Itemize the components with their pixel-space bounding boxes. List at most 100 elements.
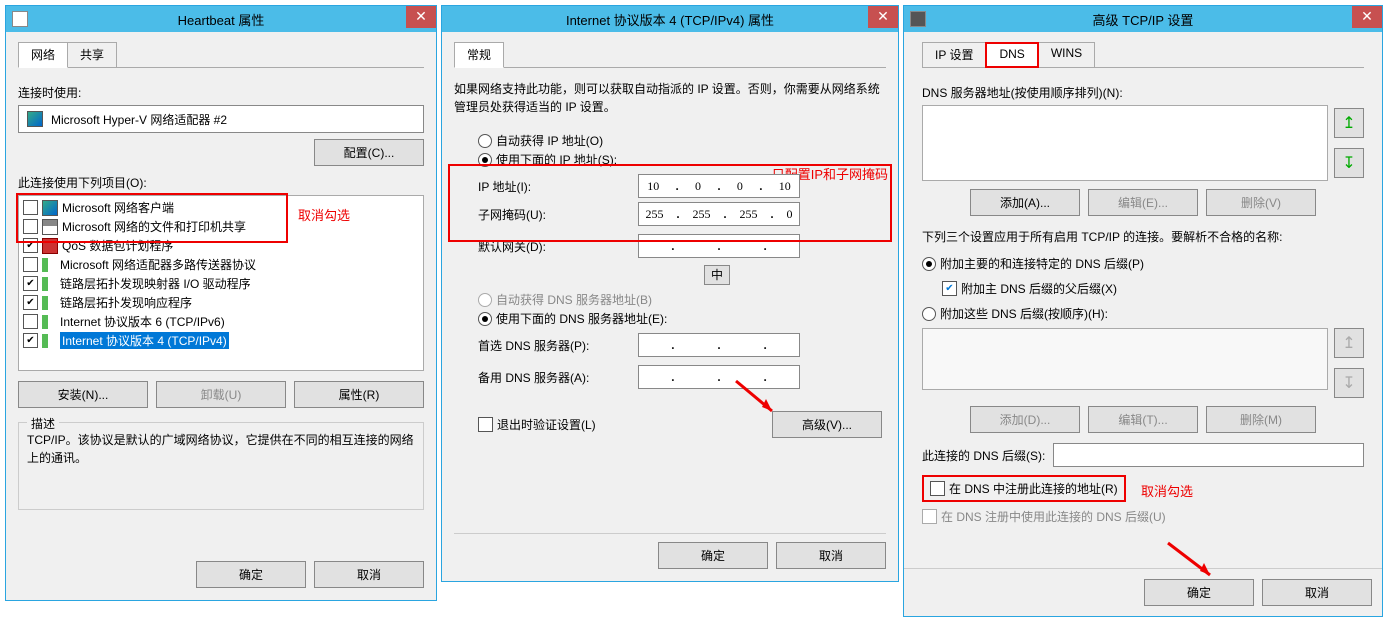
prn-icon	[42, 219, 58, 235]
net-icon	[42, 200, 58, 216]
connection-suffix-input[interactable]	[1053, 443, 1364, 467]
checkbox[interactable]	[23, 295, 38, 310]
description-label: 描述	[27, 415, 59, 432]
radio-auto-dns: 自动获得 DNS 服务器地址(B)	[478, 291, 886, 308]
ip-input[interactable]: 10.0.0.10	[638, 174, 800, 198]
list-item[interactable]: 链路层拓扑发现映射器 I/O 驱动程序	[19, 274, 423, 293]
adapter-field: Microsoft Hyper-V 网络适配器 #2	[18, 105, 424, 133]
configure-button[interactable]: 配置(C)...	[314, 139, 424, 166]
checkbox-register-dns[interactable]: 在 DNS 中注册此连接的地址(R)	[922, 475, 1126, 502]
grn-icon	[42, 296, 48, 310]
suffix-move-up-button: ↥	[1334, 328, 1364, 358]
tab-wins[interactable]: WINS	[1038, 42, 1095, 68]
checkbox[interactable]	[23, 238, 38, 253]
titlebar[interactable]: Internet 协议版本 4 (TCP/IPv4) 属性 ✕	[442, 6, 898, 32]
window-icon	[12, 11, 28, 27]
advanced-button[interactable]: 高级(V)...	[772, 411, 882, 438]
add-server-button[interactable]: 添加(A)...	[970, 189, 1080, 216]
tab-dns[interactable]: DNS	[985, 42, 1038, 68]
radio-auto-ip[interactable]: 自动获得 IP 地址(O)	[478, 132, 886, 149]
dns-servers-listbox[interactable]	[922, 105, 1328, 181]
advanced-tcpip-window: 高级 TCP/IP 设置 ✕ IP 设置 DNS WINS DNS 服务器地址(…	[903, 5, 1383, 617]
install-button[interactable]: 安装(N)...	[18, 381, 148, 408]
delete-suffix-button: 删除(M)	[1206, 406, 1316, 433]
grn-icon	[42, 315, 48, 329]
suffix-move-down-button: ↧	[1334, 368, 1364, 398]
dns2-input[interactable]: ...	[638, 365, 800, 389]
close-icon[interactable]: ✕	[406, 6, 436, 28]
tab-sharing[interactable]: 共享	[67, 42, 117, 68]
list-item[interactable]: Internet 协议版本 4 (TCP/IPv4)	[19, 331, 423, 350]
edit-suffix-button: 编辑(T)...	[1088, 406, 1198, 433]
checkbox[interactable]	[23, 219, 38, 234]
mask-label: 子网掩码(U):	[478, 206, 638, 223]
titlebar[interactable]: 高级 TCP/IP 设置 ✕	[904, 6, 1382, 32]
radio-append-these[interactable]: 附加这些 DNS 后缀(按顺序)(H):	[922, 305, 1364, 322]
window-title: 高级 TCP/IP 设置	[1093, 10, 1194, 29]
gateway-label: 默认网关(D):	[478, 238, 638, 255]
checkbox[interactable]	[23, 314, 38, 329]
tabstrip: IP 设置 DNS WINS	[922, 42, 1364, 68]
tab-ip-settings[interactable]: IP 设置	[922, 42, 986, 68]
list-item[interactable]: Internet 协议版本 6 (TCP/IPv6)	[19, 312, 423, 331]
intro-text: 如果网络支持此功能，则可以获取自动指派的 IP 设置。否则，你需要从网络系统管理…	[454, 80, 886, 116]
connect-using-label: 连接时使用:	[18, 84, 424, 101]
list-item[interactable]: QoS 数据包计划程序	[19, 236, 423, 255]
list-item-label: Internet 协议版本 6 (TCP/IPv6)	[60, 313, 225, 330]
delete-server-button: 删除(V)	[1206, 189, 1316, 216]
properties-button[interactable]: 属性(R)	[294, 381, 424, 408]
window-title: Internet 协议版本 4 (TCP/IPv4) 属性	[566, 10, 774, 29]
list-item[interactable]: 链路层拓扑发现响应程序	[19, 293, 423, 312]
cancel-button[interactable]: 取消	[1262, 579, 1372, 606]
annotation-uncheck-dns: 取消勾选	[1141, 484, 1193, 499]
uninstall-button: 卸载(U)	[156, 381, 286, 408]
connection-suffix-label: 此连接的 DNS 后缀(S):	[922, 447, 1045, 464]
close-icon[interactable]: ✕	[1352, 6, 1382, 28]
ok-button[interactable]: 确定	[658, 542, 768, 569]
dns1-label: 首选 DNS 服务器(P):	[478, 337, 638, 354]
ip-label: IP 地址(I):	[478, 178, 638, 195]
move-down-button[interactable]: ↧	[1334, 148, 1364, 178]
checkbox[interactable]	[23, 200, 38, 215]
list-item-label: 链路层拓扑发现响应程序	[60, 294, 192, 311]
list-item-label: Microsoft 网络客户端	[62, 199, 174, 216]
cancel-button[interactable]: 取消	[314, 561, 424, 588]
dns2-label: 备用 DNS 服务器(A):	[478, 369, 638, 386]
list-item-label: Internet 协议版本 4 (TCP/IPv4)	[60, 332, 229, 349]
tabstrip: 常规	[454, 42, 886, 68]
ime-button[interactable]: 中	[704, 265, 730, 285]
move-up-button[interactable]: ↥	[1334, 108, 1364, 138]
description-text: TCP/IP。该协议是默认的广域网络协议，它提供在不同的相互连接的网络上的通讯。	[27, 431, 415, 467]
cancel-button[interactable]: 取消	[776, 542, 886, 569]
edit-server-button: 编辑(E)...	[1088, 189, 1198, 216]
list-item-label: Microsoft 网络的文件和打印机共享	[62, 218, 246, 235]
list-item-label: QoS 数据包计划程序	[62, 237, 173, 254]
radio-append-primary[interactable]: 附加主要的和连接特定的 DNS 后缀(P)	[922, 255, 1364, 272]
tab-general[interactable]: 常规	[454, 42, 504, 68]
mask-input[interactable]: 255.255.255.0	[638, 202, 800, 226]
checkbox[interactable]	[23, 257, 38, 272]
list-item[interactable]: Microsoft 网络适配器多路传送器协议	[19, 255, 423, 274]
checkbox[interactable]	[23, 333, 38, 348]
tabstrip: 网络 共享	[18, 42, 424, 68]
ok-button[interactable]: 确定	[1144, 579, 1254, 606]
ok-button[interactable]: 确定	[196, 561, 306, 588]
close-icon[interactable]: ✕	[868, 6, 898, 28]
add-suffix-button: 添加(D)...	[970, 406, 1080, 433]
dns1-input[interactable]: ...	[638, 333, 800, 357]
components-listbox[interactable]: Microsoft 网络客户端 Microsoft 网络的文件和打印机共享 QoS …	[18, 195, 424, 371]
radio-manual-dns[interactable]: 使用下面的 DNS 服务器地址(E):	[478, 310, 886, 327]
list-item[interactable]: Microsoft 网络的文件和打印机共享	[19, 217, 423, 236]
checkbox-append-parent[interactable]: 附加主 DNS 后缀的父后缀(X)	[942, 280, 1364, 297]
titlebar[interactable]: Heartbeat 属性 ✕	[6, 6, 436, 32]
list-item-label: 链路层拓扑发现映射器 I/O 驱动程序	[60, 275, 251, 292]
gateway-input[interactable]: ...	[638, 234, 800, 258]
checkbox-use-suffix: 在 DNS 注册中使用此连接的 DNS 后缀(U)	[922, 508, 1364, 525]
list-item[interactable]: Microsoft 网络客户端	[19, 198, 423, 217]
checkbox[interactable]	[23, 276, 38, 291]
tab-network[interactable]: 网络	[18, 42, 68, 68]
heartbeat-properties-window: Heartbeat 属性 ✕ 网络 共享 连接时使用: Microsoft Hy…	[5, 5, 437, 601]
validate-checkbox[interactable]: 退出时验证设置(L)	[478, 416, 596, 433]
adapter-name: Microsoft Hyper-V 网络适配器 #2	[51, 111, 227, 128]
ipv4-properties-window: Internet 协议版本 4 (TCP/IPv4) 属性 ✕ 常规 如果网络支…	[441, 5, 899, 582]
